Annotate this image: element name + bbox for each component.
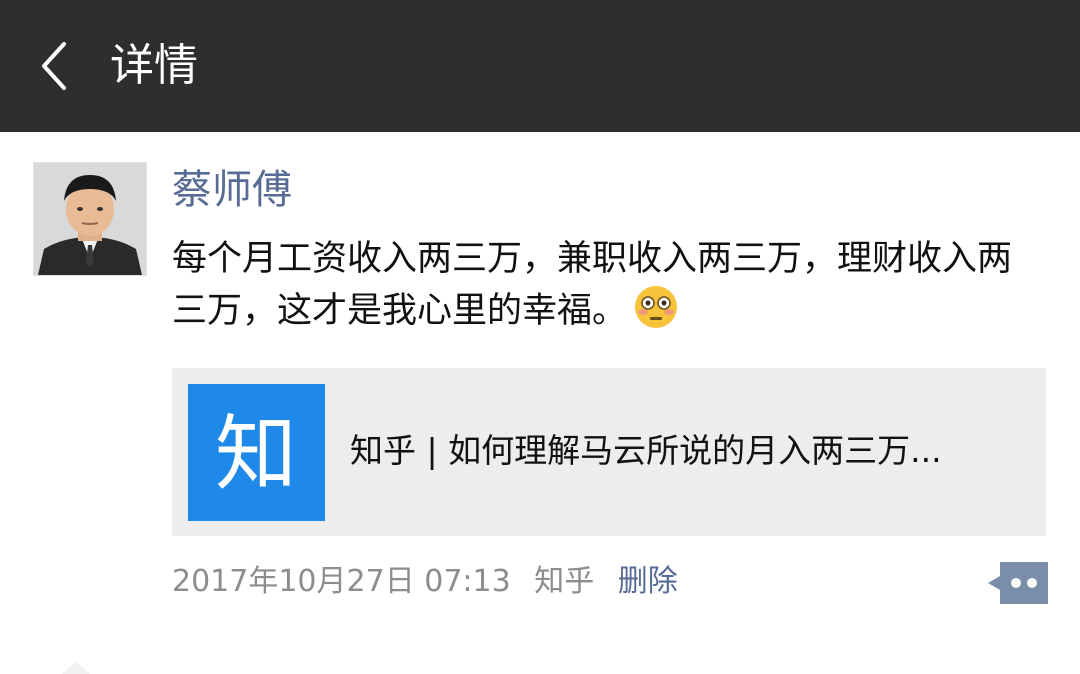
delete-link[interactable]: 删除 (618, 564, 678, 599)
post-source: 知乎 (534, 564, 595, 599)
zhihu-logo: 知 (188, 384, 325, 521)
post-text: 每个月工资收入两三万，兼职收入两三万，理财收入两三万，这才是我心里的幸福。 (172, 239, 1013, 331)
post-content: 每个月工资收入两三万，兼职收入两三万，理财收入两三万，这才是我心里的幸福。 (172, 234, 1032, 336)
shared-link-card[interactable]: 知 知乎 | 如何理解马云所说的月入两三万... (172, 368, 1046, 536)
chevron-left-icon[interactable] (36, 40, 76, 92)
avatar[interactable] (33, 162, 147, 276)
caret-up-icon (62, 662, 90, 674)
username[interactable]: 蔡师傅 (172, 164, 292, 216)
zhihu-logo-icon: 知 (215, 407, 297, 502)
flushed-face-emoji (635, 286, 678, 328)
share-title: 知乎 | 如何理解马云所说的月入两三万... (350, 431, 942, 470)
post-meta: 2017年10月27日 07:13 知乎 删除 (172, 560, 692, 604)
post-time: 2017年10月27日 07:13 (172, 564, 511, 599)
user-avatar-image (34, 163, 146, 275)
top-bar: 详情 (0, 0, 1080, 132)
page-title: 详情 (110, 40, 198, 91)
zhihu-logo-text: 知 (215, 407, 297, 502)
comment-more-icon[interactable] (986, 562, 1048, 604)
